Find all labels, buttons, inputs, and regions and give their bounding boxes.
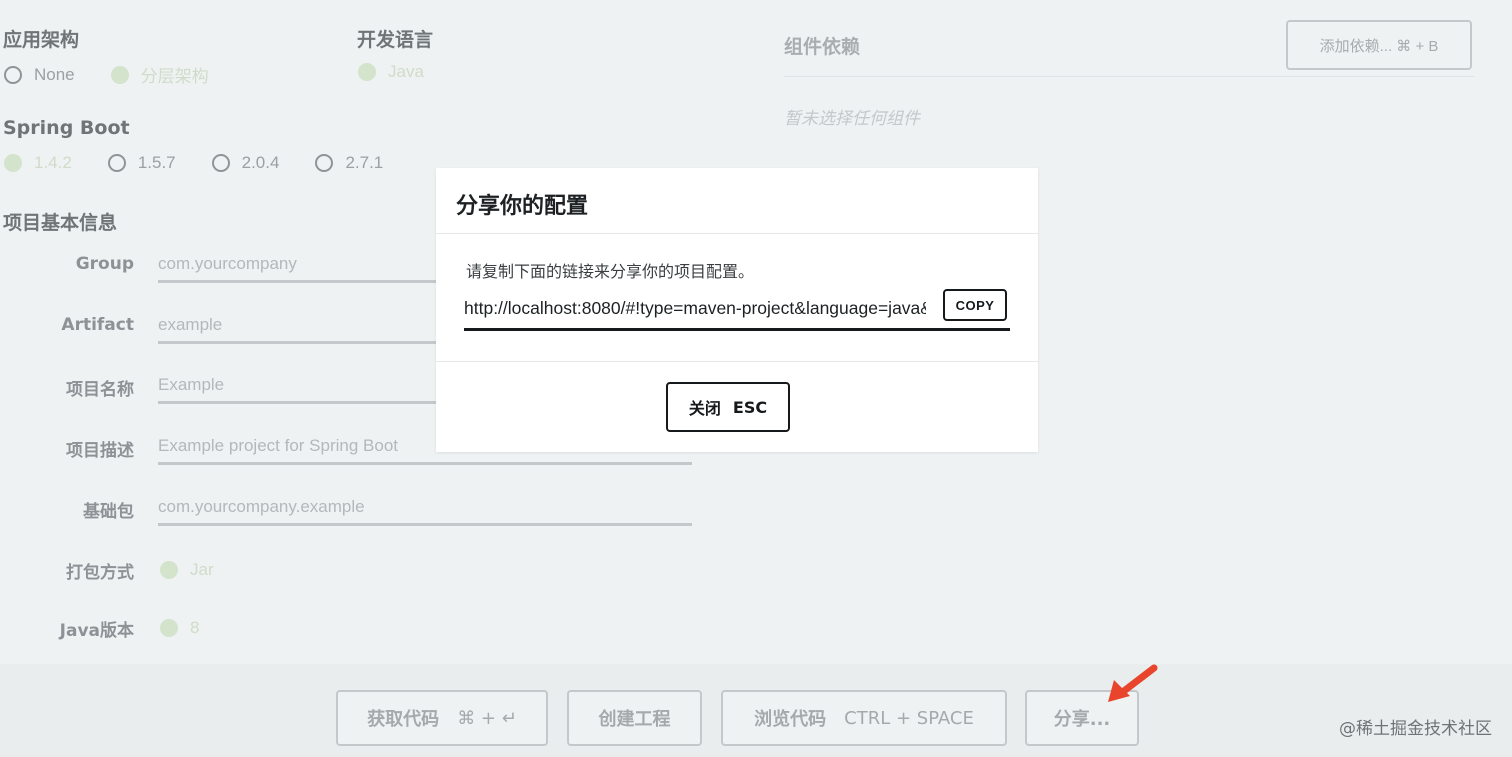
java-option-8[interactable]: 8 xyxy=(160,618,199,638)
radio-icon xyxy=(4,65,22,84)
boot-option-1-4-2[interactable]: 1.4.2 xyxy=(4,153,72,173)
boot-option-label: 1.5.7 xyxy=(137,153,176,172)
project-title: 项目基本信息 xyxy=(3,212,118,234)
field-label: 项目描述 xyxy=(66,441,134,461)
input-underline xyxy=(158,523,692,526)
arch-option-layered[interactable]: 分层架构 xyxy=(110,62,209,87)
dialog-title: 分享你的配置 xyxy=(456,194,589,219)
input-underline xyxy=(158,462,692,465)
arch-title: 应用架构 xyxy=(3,29,80,51)
artifact-input[interactable]: example xyxy=(158,315,222,335)
field-label: Java版本 xyxy=(59,621,134,641)
radio-icon xyxy=(315,154,334,172)
dialog-description: 请复制下面的链接来分享你的项目配置。 xyxy=(466,262,755,281)
dialog-header: 分享你的配置 xyxy=(436,168,1038,234)
shortcut-label: ⌘ + ↵ xyxy=(457,707,517,729)
button-label: 分享... xyxy=(1053,709,1111,730)
boot-option-label: 2.7.1 xyxy=(345,153,384,172)
package-input[interactable]: com.yourcompany.example xyxy=(158,497,365,517)
packaging-label: Jar xyxy=(190,560,214,579)
boot-option-2-7-1[interactable]: 2.7.1 xyxy=(315,153,383,173)
close-shortcut: ESC xyxy=(732,397,768,417)
radio-selected-icon xyxy=(358,63,376,81)
description-input[interactable]: Example project for Spring Boot xyxy=(158,436,398,456)
input-underline xyxy=(464,328,1010,331)
field-java-version: Java版本 8 xyxy=(0,616,700,666)
field-package: 基础包 com.yourcompany.example xyxy=(0,497,700,547)
packaging-option-jar[interactable]: Jar xyxy=(160,560,214,580)
radio-icon xyxy=(107,154,126,172)
lang-radio-group: Java xyxy=(358,62,460,82)
lang-option-label: Java xyxy=(388,62,424,81)
arch-radio-group: None 分层架构 xyxy=(4,62,245,87)
name-input[interactable]: Example xyxy=(158,375,224,395)
arch-option-none[interactable]: None xyxy=(4,65,75,85)
shortcut-label: CTRL + SPACE xyxy=(844,707,974,729)
radio-icon xyxy=(211,154,230,172)
field-label: 项目名称 xyxy=(66,380,134,400)
button-label: 创建工程 xyxy=(598,709,671,730)
boot-option-1-5-7[interactable]: 1.5.7 xyxy=(107,153,176,173)
group-input[interactable]: com.yourcompany xyxy=(158,254,297,274)
radio-selected-icon xyxy=(110,65,129,84)
button-label: 浏览代码 xyxy=(754,709,827,730)
field-packaging: 打包方式 Jar xyxy=(0,558,700,608)
boot-title: Spring Boot xyxy=(3,117,130,139)
watermark: @稀土掘金技术社区 xyxy=(1339,719,1492,739)
lang-option-java[interactable]: Java xyxy=(358,62,424,82)
lang-title: 开发语言 xyxy=(357,29,434,51)
deps-empty-text: 暂未选择任何组件 xyxy=(784,109,920,128)
close-label: 关闭 xyxy=(688,399,721,418)
boot-radio-group: 1.4.2 1.5.7 2.0.4 2.7.1 xyxy=(4,153,419,173)
field-label: Group xyxy=(75,254,134,274)
get-code-button[interactable]: 获取代码 ⌘ + ↵ xyxy=(336,690,548,746)
java-version-label: 8 xyxy=(190,618,200,637)
share-url-input[interactable] xyxy=(464,293,926,323)
deps-title: 组件依赖 xyxy=(784,36,861,58)
button-label: 获取代码 xyxy=(367,709,440,730)
copy-button[interactable]: COPY xyxy=(943,289,1007,321)
boot-option-label: 1.4.2 xyxy=(34,153,72,172)
radio-selected-icon xyxy=(160,561,178,579)
radio-selected-icon xyxy=(160,619,178,637)
field-label: 基础包 xyxy=(83,502,134,522)
create-project-button[interactable]: 创建工程 xyxy=(567,690,702,746)
field-label: 打包方式 xyxy=(66,563,134,583)
close-button[interactable]: 关闭 ESC xyxy=(666,382,790,432)
red-arrow-icon xyxy=(1108,664,1158,702)
browse-code-button[interactable]: 浏览代码 CTRL + SPACE xyxy=(721,690,1007,746)
add-dependency-button[interactable]: 添加依赖... ⌘ + B xyxy=(1286,20,1472,70)
arch-option-label: 分层架构 xyxy=(140,67,209,86)
radio-selected-icon xyxy=(4,154,22,172)
arch-option-label: None xyxy=(34,64,75,84)
divider xyxy=(784,76,1474,77)
boot-option-label: 2.0.4 xyxy=(241,153,280,172)
field-label: Artifact xyxy=(61,315,134,335)
boot-option-2-0-4[interactable]: 2.0.4 xyxy=(211,153,280,173)
share-dialog: 分享你的配置 请复制下面的链接来分享你的项目配置。 COPY 关闭 ESC xyxy=(436,168,1038,452)
